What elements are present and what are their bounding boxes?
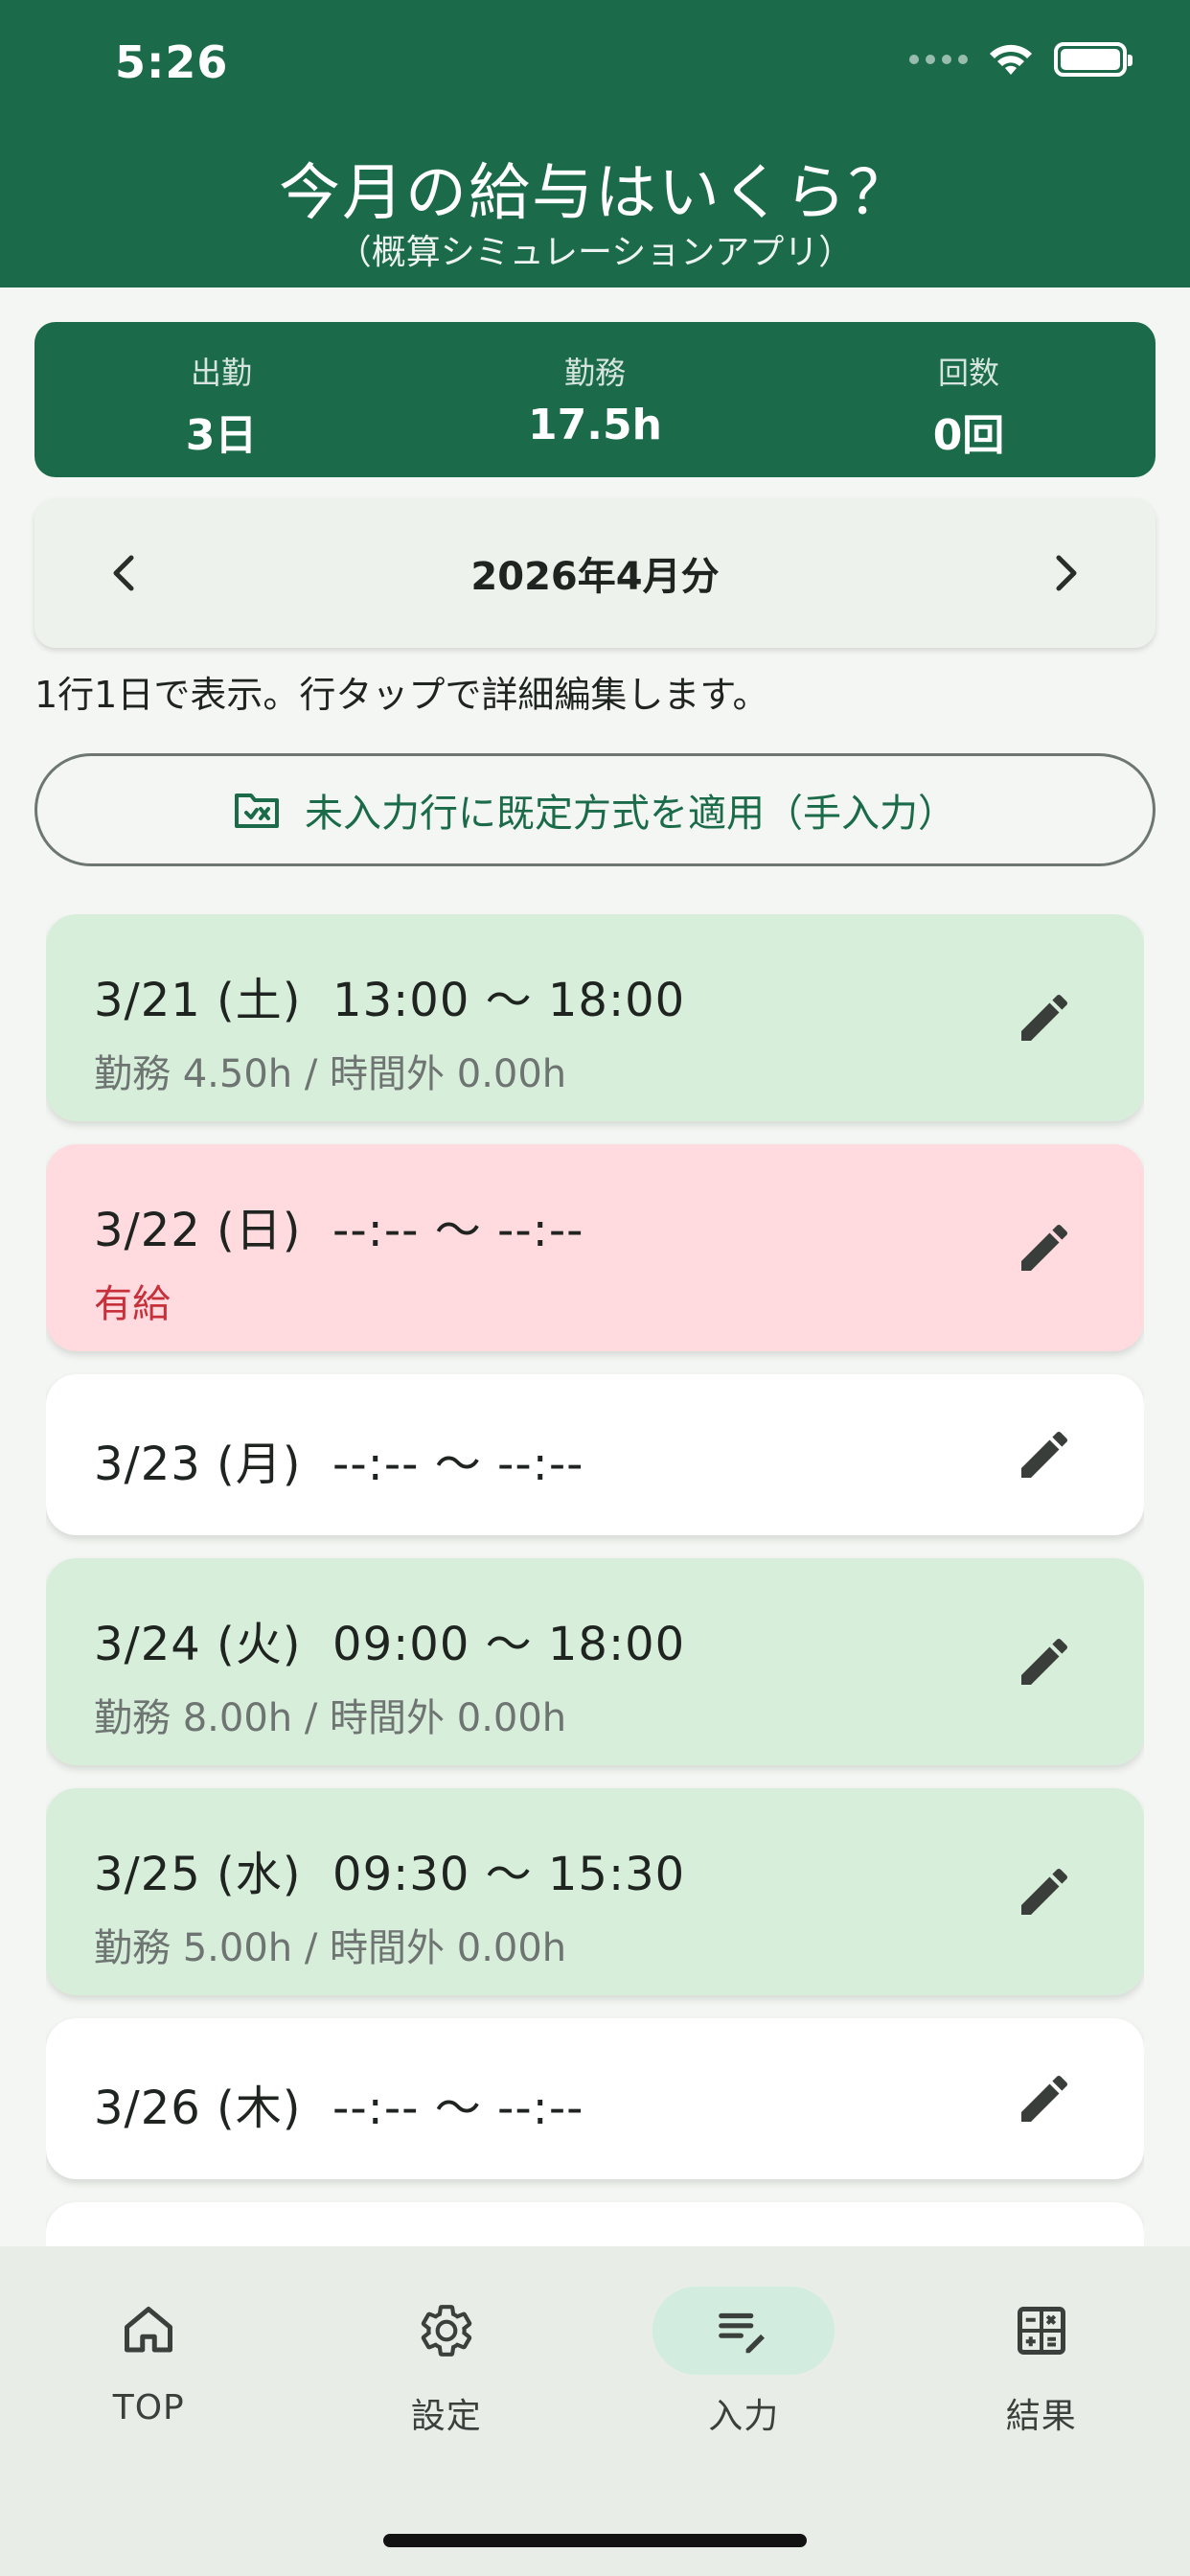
day-detail: 勤務 4.50h / 時間外 0.00h bbox=[94, 1052, 567, 1096]
day-date: 3/22 (日) bbox=[94, 1204, 302, 1257]
hint-text: 1行1日で表示。行タップで詳細編集します。 bbox=[34, 674, 769, 716]
calculator-icon bbox=[1017, 2307, 1065, 2355]
gear-icon bbox=[421, 2305, 471, 2357]
nav-label: 設定 bbox=[410, 2397, 482, 2436]
day-date: 3/24 (火) bbox=[94, 1618, 302, 1671]
status-icons bbox=[909, 42, 1133, 77]
edit-icon[interactable] bbox=[1014, 1631, 1075, 1692]
stat-count: 回数 0回 bbox=[782, 322, 1156, 477]
nav-label: TOP bbox=[112, 2388, 185, 2427]
day-time: 09:00 〜 18:00 bbox=[332, 1618, 686, 1671]
summary-card: 出勤 3日 勤務 17.5h 回数 0回 bbox=[34, 322, 1156, 477]
apply-defaults-label: 未入力行に既定方式を適用（手入力） bbox=[305, 792, 956, 836]
day-time: 09:30 〜 15:30 bbox=[332, 1848, 686, 1901]
chevron-right-icon bbox=[1056, 555, 1077, 591]
stat-value: 3日 bbox=[185, 411, 258, 460]
day-time: --:-- 〜 --:-- bbox=[332, 1204, 584, 1257]
day-date: 3/25 (水) bbox=[94, 1848, 302, 1901]
day-date: 3/23 (月) bbox=[94, 1438, 302, 1491]
month-label: 2026年4月分 bbox=[470, 555, 720, 599]
home-indicator bbox=[383, 2534, 807, 2547]
day-row[interactable]: 3/26 (木) --:-- 〜 --:-- bbox=[46, 2018, 1144, 2179]
day-date: 3/21 (土) bbox=[94, 974, 302, 1027]
day-time: --:-- 〜 --:-- bbox=[332, 1438, 584, 1491]
day-row-title: 3/21 (土) 13:00 〜 18:00 bbox=[94, 962, 1144, 1029]
day-row-title: 3/26 (木) --:-- 〜 --:-- bbox=[94, 2070, 1144, 2137]
signal-icon bbox=[909, 55, 968, 64]
day-row-title: 3/25 (水) 09:30 〜 15:30 bbox=[94, 1836, 1144, 1903]
day-row[interactable]: 3/22 (日) --:-- 〜 --:-- 有給 bbox=[46, 1144, 1144, 1351]
month-selector: 2026年4月分 bbox=[34, 498, 1156, 648]
battery-icon bbox=[1054, 42, 1133, 77]
wifi-icon bbox=[990, 44, 1032, 75]
next-month-button[interactable] bbox=[1042, 550, 1088, 596]
edit-icon[interactable] bbox=[1014, 1217, 1075, 1278]
stat-work-hours: 勤務 17.5h bbox=[408, 322, 782, 477]
prev-month-button[interactable] bbox=[102, 550, 148, 596]
day-row[interactable]: 3/25 (水) 09:30 〜 15:30 勤務 5.00h / 時間外 0.… bbox=[46, 1788, 1144, 1995]
nav-label: 入力 bbox=[708, 2397, 780, 2436]
day-row[interactable]: 3/24 (火) 09:00 〜 18:00 勤務 8.00h / 時間外 0.… bbox=[46, 1558, 1144, 1765]
stat-value: 0回 bbox=[932, 411, 1005, 460]
day-row-title: 3/23 (月) --:-- 〜 --:-- bbox=[94, 1426, 1144, 1493]
stat-label: 勤務 bbox=[563, 355, 626, 391]
day-time: --:-- 〜 --:-- bbox=[332, 2082, 584, 2135]
edit-icon[interactable] bbox=[1014, 1861, 1075, 1922]
chevron-left-icon bbox=[113, 555, 134, 591]
day-list: 3/21 (土) 13:00 〜 18:00 勤務 4.50h / 時間外 0.… bbox=[46, 914, 1144, 2246]
app-header: 5:26 今月の給与はいくら？ （概算シミュレーションアプリ） bbox=[0, 0, 1190, 288]
nav-results[interactable]: 結果 bbox=[893, 2246, 1190, 2576]
home-icon bbox=[125, 2307, 173, 2353]
day-row[interactable]: 3/23 (月) --:-- 〜 --:-- bbox=[46, 1374, 1144, 1535]
nav-label: 結果 bbox=[1005, 2397, 1077, 2436]
day-row-partial[interactable] bbox=[46, 2202, 1144, 2246]
day-detail: 勤務 5.00h / 時間外 0.00h bbox=[94, 1926, 567, 1970]
folder-check-icon bbox=[235, 794, 279, 828]
day-detail: 勤務 8.00h / 時間外 0.00h bbox=[94, 1696, 567, 1740]
day-row[interactable]: 3/21 (土) 13:00 〜 18:00 勤務 4.50h / 時間外 0.… bbox=[46, 914, 1144, 1121]
page-title: 今月の給与はいくら？ bbox=[279, 158, 911, 229]
nav-settings[interactable]: 設定 bbox=[298, 2246, 596, 2576]
nav-input[interactable]: 入力 bbox=[595, 2246, 893, 2576]
edit-icon[interactable] bbox=[1014, 2068, 1075, 2129]
bottom-nav: TOP 設定 入力 結果 bbox=[0, 2246, 1190, 2576]
status-time: 5:26 bbox=[115, 36, 229, 88]
stat-value: 17.5h bbox=[528, 401, 662, 449]
edit-icon[interactable] bbox=[1014, 987, 1075, 1048]
day-date: 3/26 (木) bbox=[94, 2082, 302, 2135]
day-row-title: 3/24 (火) 09:00 〜 18:00 bbox=[94, 1606, 1144, 1673]
apply-defaults-button[interactable]: 未入力行に既定方式を適用（手入力） bbox=[34, 753, 1156, 866]
stat-label: 回数 bbox=[937, 355, 999, 391]
stat-attendance: 出勤 3日 bbox=[34, 322, 408, 477]
day-detail: 有給 bbox=[94, 1282, 171, 1326]
page-subtitle: （概算シミュレーションアプリ） bbox=[336, 233, 854, 272]
edit-list-icon bbox=[719, 2312, 766, 2354]
day-row-title: 3/22 (日) --:-- 〜 --:-- bbox=[94, 1192, 1144, 1259]
nav-top[interactable]: TOP bbox=[0, 2246, 298, 2576]
day-time: 13:00 〜 18:00 bbox=[332, 974, 686, 1027]
edit-icon[interactable] bbox=[1014, 1424, 1075, 1485]
stat-label: 出勤 bbox=[190, 355, 252, 391]
